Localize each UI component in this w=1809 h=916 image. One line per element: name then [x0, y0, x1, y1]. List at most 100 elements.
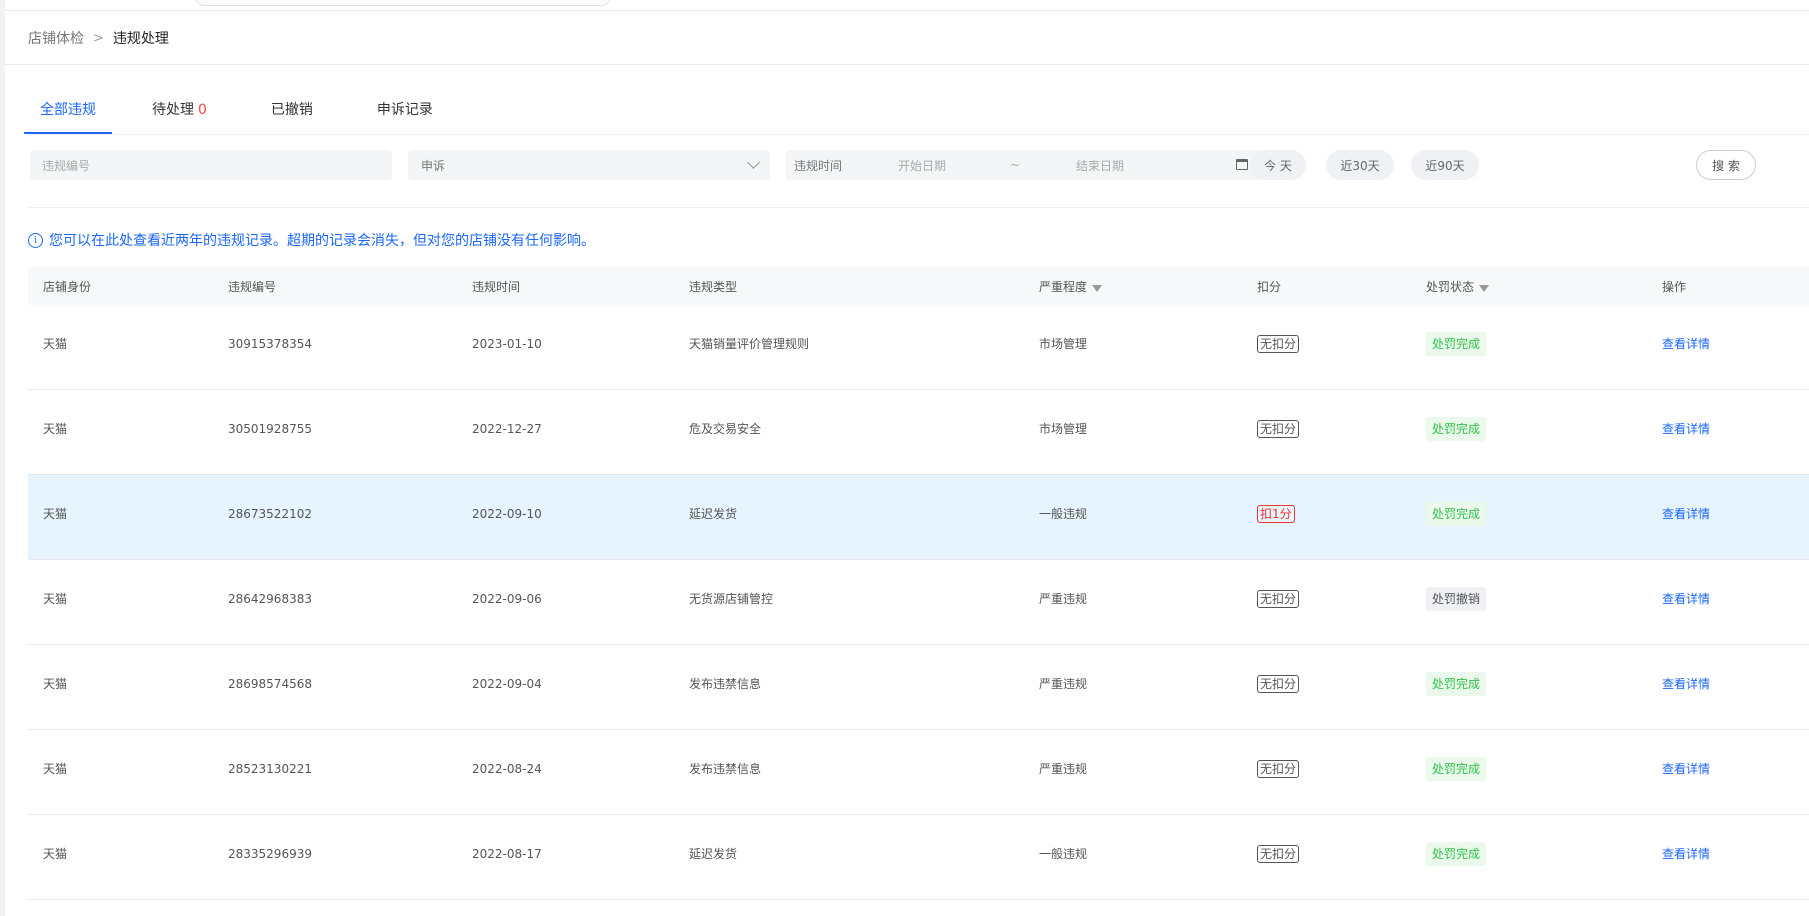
- penalty-status-badge: 处罚完成: [1426, 332, 1487, 356]
- table-row: 天猫 28642968383 2022-09-06 无货源店铺管控 严重违规 无…: [28, 560, 1809, 645]
- severity: 严重违规: [1039, 592, 1088, 606]
- penalty-status-badge: 处罚完成: [1426, 417, 1487, 441]
- header-severity: 严重程度: [1039, 279, 1103, 295]
- violation-type: 延迟发货: [689, 507, 738, 521]
- header-violation-id: 违规编号: [228, 280, 277, 294]
- appeal-select[interactable]: 申诉: [408, 150, 770, 180]
- violation-id: 30501928755: [228, 422, 312, 436]
- deduction-tag: 无扣分: [1257, 335, 1300, 353]
- info-icon: i: [28, 232, 43, 248]
- table-row: 天猫 28698574568 2022-09-04 发布违禁信息 严重违规 无扣…: [28, 645, 1809, 730]
- violation-time: 2022-09-06: [472, 592, 542, 606]
- penalty-status-badge: 处罚完成: [1426, 672, 1487, 696]
- view-details-link[interactable]: 查看详情: [1662, 845, 1710, 863]
- pending-count: 0: [198, 102, 207, 118]
- filter-bar: 违规编号 申诉 违规时间 开始日期 ~ 结束日期 今 天 近30天 近90天 搜…: [28, 134, 1809, 208]
- today-button[interactable]: 今 天: [1250, 150, 1306, 180]
- filter-icon[interactable]: [1092, 285, 1103, 292]
- tab-label: 全部违规: [40, 102, 96, 118]
- search-button[interactable]: 搜 索: [1696, 150, 1756, 180]
- header-store-identity: 店铺身份: [43, 280, 92, 294]
- header-penalty-status-label: 处罚状态: [1426, 280, 1475, 294]
- violation-id: 30915378354: [228, 337, 312, 351]
- table-row: 天猫 28523130221 2022-08-24 发布违禁信息 严重违规 无扣…: [28, 730, 1809, 815]
- severity: 市场管理: [1039, 337, 1088, 351]
- table-row: 天猫 30915378354 2023-01-10 天猫销量评价管理规则 市场管…: [28, 305, 1809, 390]
- violation-time: 2022-08-17: [472, 847, 542, 861]
- table-header: 店铺身份 违规编号 违规时间 违规类型 严重程度 扣分 处罚状态 操作: [28, 267, 1809, 305]
- tab-pending[interactable]: 待处理 0: [152, 98, 207, 134]
- tab-label: 待处理: [152, 102, 194, 118]
- filter-icon[interactable]: [1479, 285, 1490, 292]
- top-header-strip: [5, 0, 1809, 11]
- left-border: [0, 0, 5, 916]
- severity: 严重违规: [1039, 762, 1088, 776]
- view-details-link[interactable]: 查看详情: [1662, 590, 1710, 608]
- violation-type: 发布违禁信息: [689, 762, 762, 776]
- tab-label: 已撤销: [270, 102, 313, 118]
- violation-id: 28642968383: [228, 592, 312, 606]
- header-violation-time: 违规时间: [472, 280, 521, 294]
- end-date-input[interactable]: 结束日期: [1076, 157, 1124, 174]
- penalty-status-badge: 处罚完成: [1426, 502, 1487, 526]
- severity: 一般违规: [1039, 847, 1088, 861]
- violation-time: 2023-01-10: [472, 337, 542, 351]
- violation-type: 无货源店铺管控: [689, 592, 774, 606]
- breadcrumb-separator: >: [93, 30, 104, 46]
- store-identity: 天猫: [43, 677, 68, 691]
- table-row: 天猫 28335296939 2022-08-17 延迟发货 一般违规 无扣分 …: [28, 815, 1809, 900]
- violation-id: 28335296939: [228, 847, 312, 861]
- penalty-status-badge: 处罚完成: [1426, 842, 1487, 866]
- header-actions: 操作: [1662, 280, 1687, 294]
- tab-label: 申诉记录: [376, 102, 433, 118]
- deduction-tag: 无扣分: [1257, 590, 1300, 608]
- store-identity: 天猫: [43, 507, 68, 521]
- view-details-link[interactable]: 查看详情: [1662, 420, 1710, 438]
- store-identity: 天猫: [43, 762, 68, 776]
- severity: 严重违规: [1039, 677, 1088, 691]
- severity: 一般违规: [1039, 507, 1088, 521]
- view-details-link[interactable]: 查看详情: [1662, 505, 1710, 523]
- header-severity-label: 严重程度: [1039, 280, 1088, 294]
- violation-type: 天猫销量评价管理规则: [689, 337, 810, 351]
- view-details-link[interactable]: 查看详情: [1662, 760, 1710, 778]
- calendar-icon[interactable]: [1236, 159, 1248, 170]
- violation-date-range[interactable]: 违规时间 开始日期 ~ 结束日期: [786, 150, 1262, 180]
- store-identity: 天猫: [43, 847, 68, 861]
- last-30-days-button[interactable]: 近30天: [1326, 150, 1394, 180]
- violation-time: 2022-09-10: [472, 507, 542, 521]
- header-penalty-status: 处罚状态: [1426, 279, 1490, 295]
- store-identity: 天猫: [43, 337, 68, 351]
- store-identity: 天猫: [43, 592, 68, 606]
- violation-type: 发布违禁信息: [689, 677, 762, 691]
- retention-tip: i 您可以在此处查看近两年的违规记录。超期的记录会消失，但对您的店铺没有任何影响…: [28, 231, 595, 249]
- breadcrumb-root[interactable]: 店铺体检: [28, 28, 84, 48]
- last-90-days-button[interactable]: 近90天: [1411, 150, 1479, 180]
- tab-appeal-records[interactable]: 申诉记录: [377, 98, 433, 134]
- date-range-label: 违规时间: [794, 158, 843, 173]
- table-row: 天猫 30501928755 2022-12-27 危及交易安全 市场管理 无扣…: [28, 390, 1809, 475]
- severity: 市场管理: [1039, 422, 1088, 436]
- violation-time: 2022-09-04: [472, 677, 542, 691]
- view-details-link[interactable]: 查看详情: [1662, 675, 1710, 693]
- deduction-tag: 扣1分: [1257, 505, 1295, 523]
- penalty-status-badge: 处罚撤销: [1426, 587, 1487, 611]
- top-search-fragment[interactable]: [195, 0, 611, 6]
- start-date-input[interactable]: 开始日期: [898, 157, 946, 174]
- deduction-tag: 无扣分: [1257, 675, 1300, 693]
- breadcrumb: 店铺体检 > 违规处理: [28, 27, 169, 49]
- tab-revoked[interactable]: 已撤销: [271, 98, 313, 134]
- violation-id-input[interactable]: 违规编号: [30, 150, 392, 180]
- penalty-status-badge: 处罚完成: [1426, 757, 1487, 781]
- breadcrumb-divider: [5, 64, 1809, 65]
- header-deduction: 扣分: [1257, 280, 1282, 294]
- date-range-separator: ~: [1010, 158, 1021, 172]
- table-row: 天猫 28673522102 2022-09-10 延迟发货 一般违规 扣1分 …: [28, 475, 1809, 560]
- view-details-link[interactable]: 查看详情: [1662, 335, 1710, 353]
- deduction-tag: 无扣分: [1257, 845, 1300, 863]
- deduction-tag: 无扣分: [1257, 760, 1300, 778]
- tab-all-violations[interactable]: 全部违规: [24, 98, 112, 134]
- deduction-tag: 无扣分: [1257, 420, 1300, 438]
- violation-type: 危及交易安全: [689, 422, 762, 436]
- violation-time: 2022-08-24: [472, 762, 542, 776]
